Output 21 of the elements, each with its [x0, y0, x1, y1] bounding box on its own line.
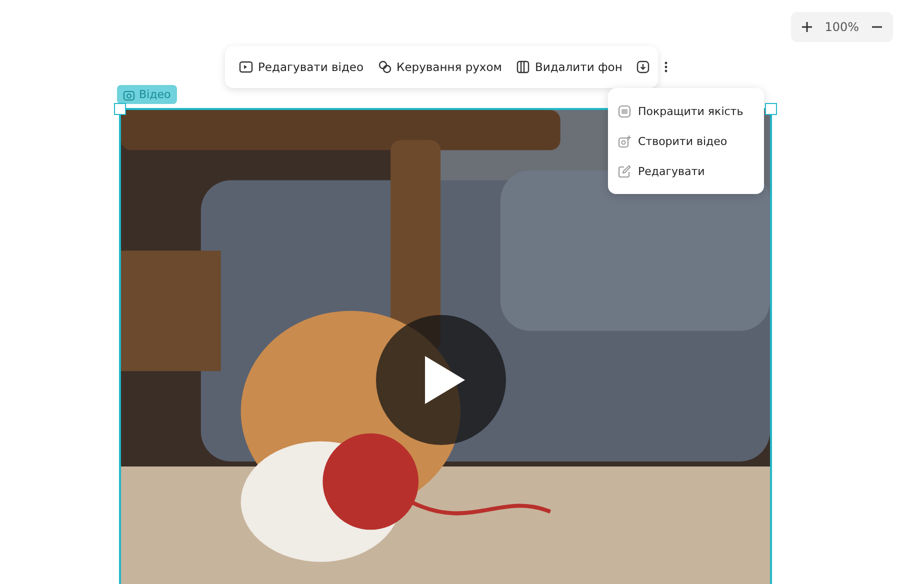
download-icon	[636, 60, 650, 74]
zoom-level: 100%	[824, 20, 859, 34]
camera-icon	[123, 88, 135, 100]
more-icon	[664, 61, 668, 73]
toolbar-button[interactable]: Керування рухом	[372, 56, 508, 78]
menu-item[interactable]: Редагувати	[612, 156, 760, 186]
toolbar-button[interactable]: Видалити фон	[510, 56, 628, 78]
video-edit-icon	[239, 60, 253, 74]
toolbar-button[interactable]: Редагувати відео	[233, 56, 370, 78]
layers-icon	[516, 60, 530, 74]
camera-plus-icon	[618, 134, 631, 148]
resize-handle[interactable]	[765, 103, 777, 115]
play-icon	[423, 354, 467, 406]
menu-item[interactable]: Створити відео	[612, 126, 760, 156]
enhance-icon	[618, 104, 631, 118]
menu-item[interactable]: Покращити якість	[612, 96, 760, 126]
resize-handle[interactable]	[114, 103, 126, 115]
motion-icon	[378, 60, 392, 74]
plus-icon	[800, 21, 813, 33]
pencil-icon	[618, 164, 631, 178]
badge-label: Відео	[139, 88, 171, 101]
